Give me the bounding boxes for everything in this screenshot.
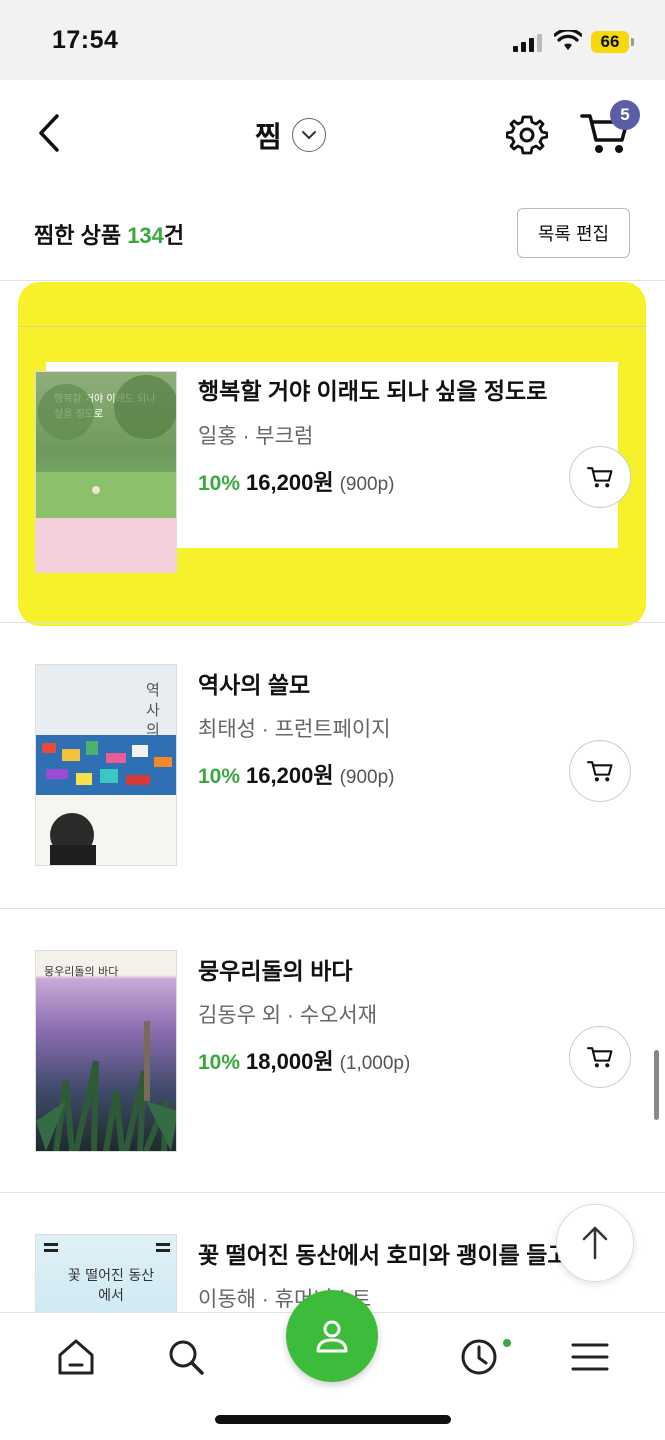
signal-icon	[513, 34, 543, 52]
sale-price: 16,200원	[246, 470, 334, 495]
reward-points: (900p)	[339, 474, 395, 495]
status-bar: 17:54 66	[0, 0, 665, 80]
summary-suffix: 건	[163, 223, 185, 248]
home-icon[interactable]	[56, 1337, 96, 1377]
item-title[interactable]: 꽃 떨어진 동산에서 호미와 괭이를 들고	[198, 1236, 568, 1270]
add-to-cart-button[interactable]	[569, 446, 631, 508]
page-title: 찜	[255, 122, 282, 154]
cover-illustration	[44, 1243, 170, 1252]
svg-text:사: 사	[146, 701, 160, 719]
user-icon	[316, 1320, 348, 1353]
cover-illustration	[36, 375, 176, 572]
back-icon[interactable]	[30, 110, 70, 156]
list-item[interactable]: 뭉우리돌의 바다 뭉우리돌의 바다 김동우 외 · 수오서재 10% 18,00…	[0, 910, 665, 1195]
chevron-down-icon[interactable]	[291, 118, 326, 152]
book-cover[interactable]: 꽃 떨어진 동산에서	[35, 1234, 177, 1312]
item-author-publisher: 일홍 · 부크럼	[198, 425, 314, 448]
clock-icon[interactable]	[459, 1337, 499, 1377]
item-title[interactable]: 역사의 쓸모	[198, 666, 568, 700]
cart-icon	[587, 761, 613, 782]
battery-indicator: 66	[591, 31, 634, 53]
divider	[0, 908, 665, 909]
divider	[0, 622, 665, 623]
item-price-row: 10% 18,000원 (1,000p)	[198, 1044, 410, 1076]
gear-icon[interactable]	[506, 114, 548, 156]
home-indicator	[215, 1415, 451, 1424]
book-cover[interactable]: 행복할 거야 이래도 되나 싶을 정도로	[35, 371, 177, 573]
svg-text:의: 의	[146, 721, 160, 739]
status-time: 17:54	[52, 26, 119, 54]
my-page-button[interactable]	[286, 1290, 378, 1382]
scroll-to-top-button[interactable]	[556, 1204, 634, 1282]
discount-rate: 10%	[198, 1051, 241, 1074]
arrow-up-icon	[582, 1226, 608, 1260]
item-title[interactable]: 뭉우리돌의 바다	[198, 952, 568, 986]
reward-points: (1,000p)	[339, 1053, 411, 1074]
add-to-cart-button[interactable]	[569, 740, 631, 802]
item-price-row: 10% 16,200원 (900p)	[198, 465, 394, 497]
item-author-publisher: 최태성 · 프런트페이지	[198, 718, 391, 741]
cart-icon	[587, 1047, 613, 1068]
wifi-icon	[554, 30, 582, 50]
wishlist-count-text: 찜한 상품 134건	[34, 218, 184, 250]
item-author-publisher: 김동우 외 · 수오서재	[198, 1004, 378, 1027]
menu-icon[interactable]	[570, 1337, 610, 1377]
scrollbar[interactable]	[654, 1050, 659, 1120]
list-item[interactable]: 행복할 거야 이래도 되나 싶을 정도로 행복할 거야 이래도 되나 싶을 정도…	[0, 330, 665, 615]
header: 찜	[0, 80, 665, 190]
sale-price: 16,200원	[246, 763, 334, 788]
sale-price: 18,000원	[246, 1049, 334, 1074]
svg-text:역: 역	[146, 681, 160, 699]
summary-prefix: 찜한 상품	[34, 223, 128, 248]
title-selector[interactable]: 찜	[255, 113, 326, 157]
divider	[18, 326, 646, 327]
item-price-row: 10% 16,200원 (900p)	[198, 758, 394, 790]
cover-illustration: 역 사 의	[36, 681, 176, 865]
search-icon[interactable]	[166, 1337, 206, 1377]
list-item[interactable]: 역 사 의 역사의 쓸모 최태성 · 프런트페이지 10% 16,200원 (9…	[0, 624, 665, 909]
wishlist-count: 134	[127, 223, 164, 248]
cover-illustration	[36, 1021, 176, 1151]
edit-list-button[interactable]: 목록 편집	[517, 208, 630, 258]
discount-rate: 10%	[198, 472, 241, 495]
reward-points: (900p)	[339, 767, 395, 788]
add-to-cart-button[interactable]	[569, 1026, 631, 1088]
divider	[0, 280, 665, 281]
book-cover[interactable]: 뭉우리돌의 바다	[35, 950, 177, 1152]
cart-count-badge: 5	[610, 100, 640, 130]
discount-rate: 10%	[198, 765, 241, 788]
book-cover[interactable]: 역 사 의	[35, 664, 177, 866]
notification-dot	[503, 1339, 511, 1347]
cart-icon	[587, 467, 613, 488]
divider	[0, 1192, 665, 1193]
wishlist-summary: 찜한 상품 134건 목록 편집	[0, 190, 665, 280]
item-title[interactable]: 행복할 거야 이래도 되나 싶을 정도로	[198, 372, 568, 406]
